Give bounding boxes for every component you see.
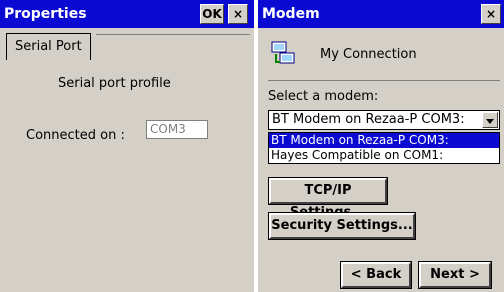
security-settings-button[interactable]: Security Settings...: [268, 212, 416, 240]
modem-title-bar: Modem ×: [258, 0, 504, 28]
connected-on-field[interactable]: COM3: [146, 120, 208, 139]
ok-button[interactable]: OK: [200, 4, 224, 24]
modem-window: Modem × My Connection Select a modem: BT…: [258, 0, 504, 292]
select-modem-label: Select a modem:: [268, 89, 379, 104]
connected-on-label: Connected on :: [26, 128, 125, 143]
next-button[interactable]: Next >: [418, 261, 492, 289]
back-button[interactable]: < Back: [340, 261, 412, 289]
divider: [268, 80, 500, 81]
modem-option[interactable]: Hayes Compatible on COM1:: [269, 148, 499, 163]
properties-window: Properties OK × Serial Port Serial port …: [0, 0, 254, 292]
properties-title: Properties: [4, 6, 87, 22]
modem-select[interactable]: BT Modem on Rezaa-P COM3:: [268, 110, 500, 130]
modem-option[interactable]: BT Modem on Rezaa-P COM3:: [269, 133, 499, 148]
tcpip-settings-button[interactable]: TCP/IP Settings...: [268, 177, 388, 220]
tab-strip-divider: [96, 34, 250, 35]
modem-dropdown-list: BT Modem on Rezaa-P COM3: Hayes Compatib…: [268, 132, 500, 164]
profile-label: Serial port profile: [58, 76, 171, 91]
close-button[interactable]: ×: [228, 4, 248, 24]
properties-title-bar: Properties OK ×: [0, 0, 254, 28]
modem-select-value: BT Modem on Rezaa-P COM3:: [272, 112, 465, 127]
close-button[interactable]: ×: [481, 4, 501, 24]
tab-serial-port[interactable]: Serial Port: [6, 33, 91, 60]
modem-title: Modem: [262, 6, 320, 22]
connection-name: My Connection: [320, 47, 417, 62]
connection-icon: [270, 40, 296, 66]
chevron-down-icon[interactable]: [482, 112, 498, 128]
